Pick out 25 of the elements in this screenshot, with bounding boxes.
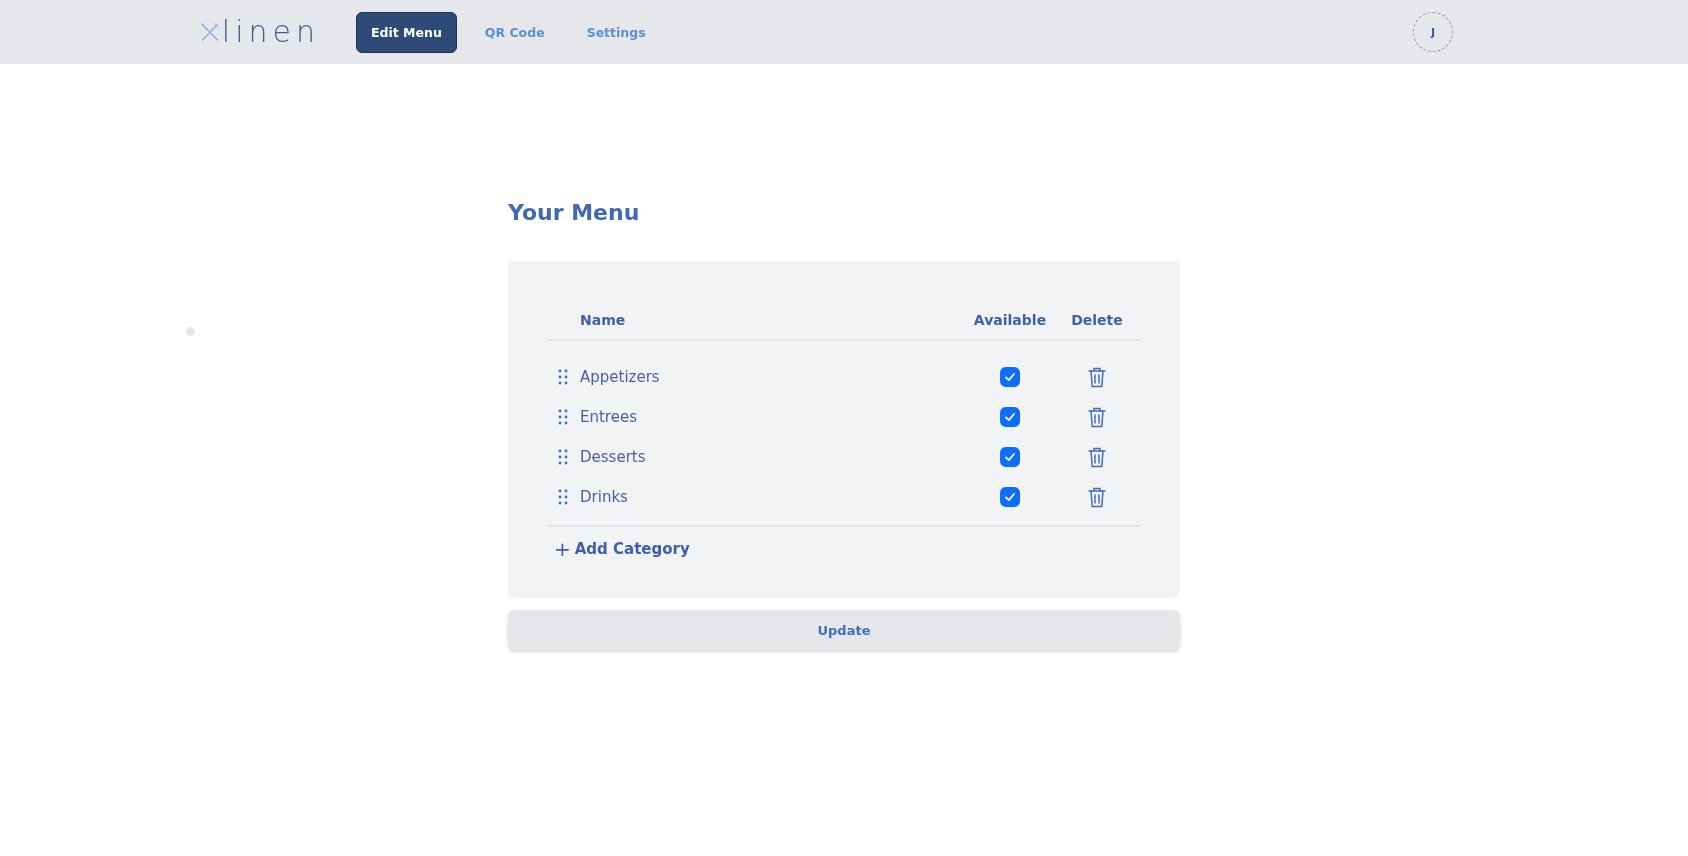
category-name: Desserts bbox=[580, 448, 647, 466]
drag-handle-icon[interactable] bbox=[558, 489, 568, 505]
add-category-button[interactable]: + Add Category bbox=[548, 539, 696, 559]
update-button[interactable]: Update bbox=[508, 610, 1180, 650]
logo-text[interactable]: linen bbox=[221, 17, 320, 47]
available-checkbox[interactable] bbox=[1000, 447, 1020, 467]
available-checkbox[interactable] bbox=[1000, 407, 1020, 427]
available-checkbox[interactable] bbox=[1000, 487, 1020, 507]
column-header: Available bbox=[972, 312, 1048, 328]
available-checkbox[interactable] bbox=[1000, 367, 1020, 387]
drag-handle-icon[interactable] bbox=[558, 409, 568, 425]
drag-handle-icon[interactable] bbox=[558, 449, 568, 465]
category-name: Drinks bbox=[580, 488, 629, 506]
category-name: Appetizers bbox=[580, 368, 661, 386]
dot-icon bbox=[186, 327, 195, 336]
trash-icon[interactable] bbox=[1088, 486, 1106, 508]
drag-handle-icon[interactable] bbox=[558, 369, 568, 385]
trash-icon[interactable] bbox=[1088, 406, 1106, 428]
column-header: Name bbox=[580, 312, 627, 328]
trash-icon[interactable] bbox=[1088, 446, 1106, 468]
page-title: Your Menu bbox=[508, 200, 641, 225]
nav-tab[interactable]: Edit Menu bbox=[356, 11, 457, 53]
category-name: Entrees bbox=[580, 408, 638, 426]
column-header: Delete bbox=[1070, 312, 1124, 328]
trash-icon[interactable] bbox=[1088, 366, 1106, 388]
